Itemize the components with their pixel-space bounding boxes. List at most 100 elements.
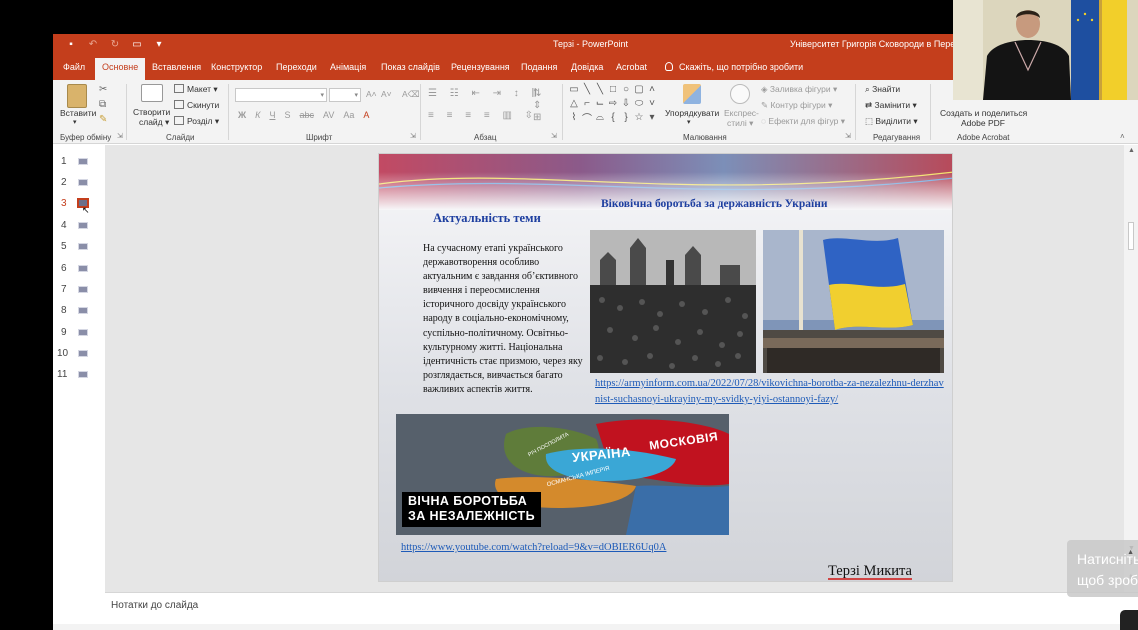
scroll-up-icon[interactable]: ▲ — [1128, 147, 1135, 154]
armyinform-link[interactable]: https://armyinform.com.ua/2022/07/28/vik… — [595, 376, 945, 408]
clear-format-icon[interactable]: A⌫ — [402, 89, 420, 100]
gallery-more-icon[interactable]: ▾ — [646, 111, 658, 124]
tab-view[interactable]: Подання — [521, 62, 557, 72]
oval-shape-icon[interactable]: ○ — [620, 83, 632, 96]
textbox-shape-icon[interactable]: ▭ — [568, 83, 580, 96]
tab-transitions[interactable]: Переходи — [276, 62, 317, 72]
arrange-button[interactable]: Упорядкувати — [665, 108, 719, 118]
align-text-icon[interactable]: ⇕ — [533, 100, 541, 111]
drawing-launcher-icon[interactable]: ⇲ — [845, 132, 851, 140]
notes-placeholder[interactable]: Нотатки до слайда — [111, 600, 198, 611]
tab-design[interactable]: Конструктор — [211, 62, 262, 72]
create-pdf-button-line2[interactable]: Adobe PDF — [961, 118, 1005, 128]
find-button[interactable]: ⌕ Знайти — [865, 84, 900, 95]
italic-button[interactable]: К — [255, 110, 260, 120]
slide-thumbnail[interactable]: 2 — [53, 174, 105, 190]
smartart-icon[interactable]: ⊞ — [533, 112, 541, 123]
new-slide-button-line2[interactable]: слайд ▾ — [139, 117, 169, 128]
font-launcher-icon[interactable]: ⇲ — [410, 132, 416, 140]
change-case-button[interactable]: Aa — [343, 110, 354, 120]
slide-title-right[interactable]: Віковічна боротьба за державність Україн… — [601, 198, 828, 210]
customize-toolbar-icon[interactable]: ▾ — [153, 38, 165, 50]
strikethrough-button[interactable]: abc — [299, 110, 314, 120]
save-icon[interactable]: ▪ — [65, 38, 77, 50]
reset-button[interactable]: Скинути — [174, 100, 219, 110]
collapse-ribbon-icon[interactable]: ˄ — [1120, 132, 1125, 141]
copy-icon[interactable]: ⧉ — [99, 99, 106, 110]
triangle-shape-icon[interactable]: △ — [568, 97, 580, 110]
slide-thumbnail[interactable]: 11 — [53, 366, 105, 382]
slide-thumbnail[interactable]: 8 — [53, 302, 105, 318]
star-shape-icon[interactable]: ☆ — [633, 111, 645, 124]
arrange-icon[interactable] — [683, 84, 701, 104]
char-spacing-button[interactable]: AV — [323, 110, 334, 120]
shape-outline-button[interactable]: ✎ Контур фігури ▾ — [761, 100, 832, 111]
elbow-shape-icon[interactable]: ⌐ — [581, 97, 593, 110]
gallery-down-icon[interactable]: ˅ — [646, 97, 658, 110]
shapes-gallery[interactable]: ▭ ╲ ╲ □ ○ ▢ ˄ △ ⌐ ⌙ ⇨ ⇩ ⬭ ˅ ⌇ ⌒ ⌓{} ☆ ▾ — [568, 83, 660, 127]
quick-styles-icon[interactable] — [730, 84, 750, 104]
create-pdf-button[interactable]: Создать и поделиться — [940, 108, 1027, 118]
list-buttons[interactable]: ☰ ☷ ⇤ ⇥ ↕ ⫼ — [428, 88, 541, 99]
cut-icon[interactable]: ✂ — [99, 84, 107, 95]
ukraine-flag-photo[interactable] — [763, 230, 944, 373]
bold-button[interactable]: Ж — [238, 110, 246, 120]
tab-acrobat[interactable]: Acrobat — [616, 62, 647, 72]
brace-shape-icon[interactable]: { — [607, 111, 619, 124]
new-slide-button[interactable]: Створити — [133, 107, 170, 117]
select-button[interactable]: ⬚ Виділити ▾ — [865, 116, 918, 127]
activation-toast[interactable]: ▲ Натисніть щоб зробити — [1067, 540, 1138, 597]
arrow-shape-icon[interactable]: ⇩ — [620, 97, 632, 110]
tab-home[interactable]: Основне — [95, 58, 146, 80]
paste-button[interactable]: Вставити — [60, 108, 96, 118]
tab-insert[interactable]: Вставлення — [152, 62, 201, 72]
shadow-button[interactable]: S — [284, 110, 290, 120]
shape-effects-button[interactable]: ◌ Ефекти для фігур ▾ — [761, 116, 845, 127]
text-direction-icon[interactable]: ⇅ — [533, 88, 541, 99]
rectangle-shape-icon[interactable]: □ — [607, 83, 619, 96]
quick-styles-button-line2[interactable]: стилі ▾ — [727, 118, 753, 129]
historic-crowd-photo[interactable] — [590, 230, 756, 373]
arrange-dropdown-icon[interactable]: ▾ — [687, 118, 691, 126]
slide-title-left[interactable]: Актуальність теми — [433, 211, 541, 226]
undo-icon[interactable]: ↶ — [87, 38, 99, 50]
slide-thumbnail[interactable]: 7 — [53, 281, 105, 297]
font-name-box[interactable]: ▾ — [235, 88, 327, 102]
quick-styles-button[interactable]: Експрес- — [724, 108, 759, 118]
elbow-shape-icon[interactable]: ⌙ — [594, 97, 606, 110]
underline-button[interactable]: Ч — [269, 110, 275, 120]
paste-dropdown-icon[interactable]: ▾ — [73, 118, 77, 126]
slide-thumbnail[interactable]: 6 — [53, 260, 105, 276]
paragraph-launcher-icon[interactable]: ⇲ — [551, 132, 557, 140]
tab-file[interactable]: Файл — [63, 62, 85, 72]
shape-fill-button[interactable]: ◈ Заливка фігури ▾ — [761, 84, 837, 95]
slide-thumbnail[interactable]: 1 — [53, 153, 105, 169]
author-name[interactable]: Терзі Микита — [828, 564, 912, 580]
line-shape-icon[interactable]: ╲ — [581, 83, 593, 96]
tab-review[interactable]: Рецензування — [451, 62, 510, 72]
slideshow-from-start-icon[interactable]: ▭ — [131, 38, 143, 50]
slide-thumbnail[interactable]: 5 — [53, 238, 105, 254]
slide-body-text[interactable]: На сучасному етапі українського державот… — [423, 242, 589, 397]
paste-icon[interactable] — [67, 84, 87, 108]
youtube-link[interactable]: https://www.youtube.com/watch?reload=9&v… — [401, 542, 666, 553]
tab-help[interactable]: Довідка — [571, 62, 603, 72]
slide-thumbnail[interactable]: 4 — [53, 217, 105, 233]
section-button[interactable]: Розділ ▾ — [174, 116, 219, 127]
scrollbar-thumb[interactable] — [1128, 222, 1134, 250]
layout-button[interactable]: Макет ▾ — [174, 84, 218, 95]
brace-shape-icon[interactable]: } — [620, 111, 632, 124]
slide-thumbnail-selected[interactable]: 3 ↖ — [53, 195, 105, 215]
grow-font-icon[interactable]: A˄ — [366, 89, 377, 99]
font-size-box[interactable]: ▾ — [329, 88, 361, 102]
rounded-rect-shape-icon[interactable]: ▢ — [633, 83, 645, 96]
shape-icon[interactable]: ⌓ — [594, 111, 606, 124]
redo-icon[interactable]: ↻ — [109, 38, 121, 50]
tab-animations[interactable]: Анімація — [330, 62, 366, 72]
align-buttons[interactable]: ≡ ≡ ≡ ≡ ▥ ⇳ — [428, 110, 538, 121]
replace-button[interactable]: ⇄ Замінити ▾ — [865, 100, 917, 111]
tell-me-search[interactable]: Скажіть, що потрібно зробити — [665, 62, 803, 72]
new-slide-icon[interactable] — [141, 84, 163, 102]
clipboard-launcher-icon[interactable]: ⇲ — [117, 132, 123, 140]
slide-canvas[interactable]: Актуальність теми Віковічна боротьба за … — [378, 153, 953, 582]
